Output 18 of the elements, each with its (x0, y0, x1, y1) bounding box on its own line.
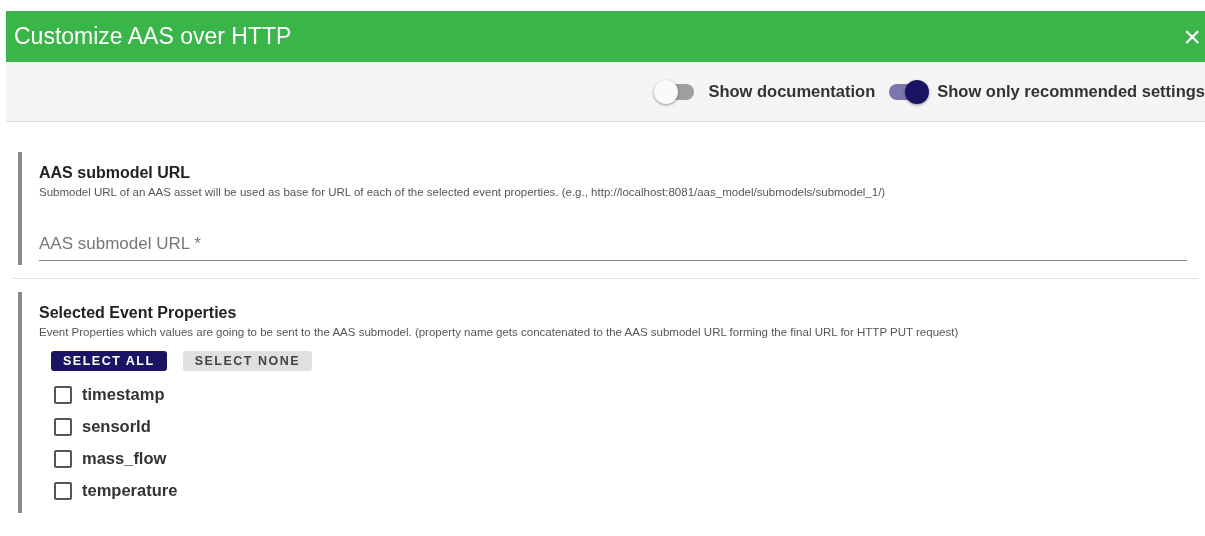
toggle-label: Show only recommended settings (937, 82, 1205, 101)
toggle-label: Show documentation (708, 82, 876, 101)
select-none-button[interactable]: SELECT NONE (182, 351, 313, 371)
select-all-button[interactable]: SELECT ALL (51, 351, 167, 371)
section-description: Event Properties which values are going to be sent to the AAS submodel. (property name gets concatenated to the AAS submodel URL forming the final URL for HTTP PUT request) (39, 326, 960, 338)
option-label: timestamp (82, 385, 165, 404)
dialog-title: Customize AAS over HTTP (14, 23, 292, 50)
checkbox[interactable] (54, 481, 72, 500)
url-input-field[interactable]: AAS submodel URL * (39, 226, 1187, 261)
option-label: temperature (82, 481, 178, 500)
checkbox[interactable] (54, 417, 72, 436)
checkbox[interactable] (54, 449, 72, 468)
option-label: mass_flow (82, 449, 167, 468)
section-title: Selected Event Properties (39, 304, 238, 322)
option-label: sensorId (82, 417, 151, 436)
checkbox[interactable] (54, 385, 72, 404)
section-title: AAS submodel URL (39, 164, 192, 182)
section-description: Submodel URL of an AAS asset will be used as base for URL of each of the selected event properties. (e.g., http://localhost:8081/aas_model/submodels/submodel_1/) (39, 186, 887, 198)
